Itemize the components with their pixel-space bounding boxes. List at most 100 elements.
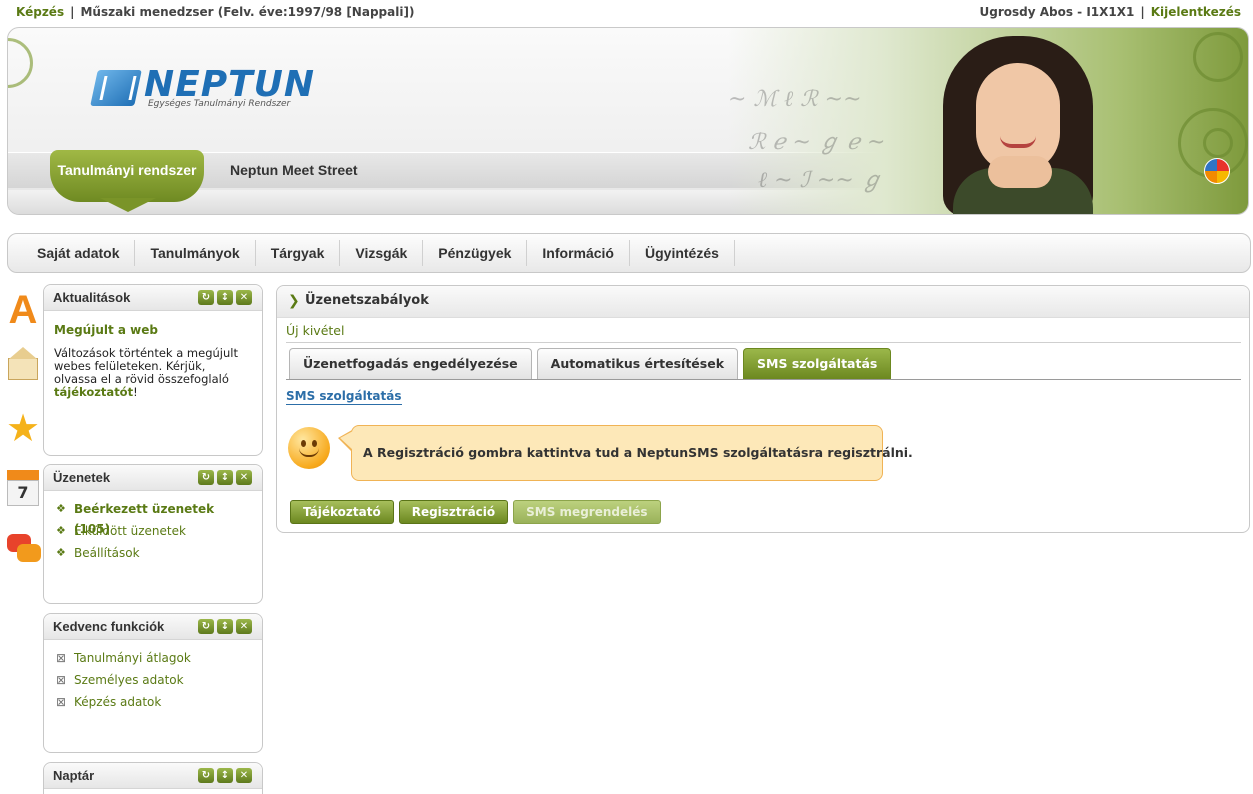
- calendar-box-title: Naptár: [53, 768, 95, 783]
- diamond-bullet-icon: ❖: [56, 502, 66, 515]
- banner-photo-hands: [988, 156, 1052, 188]
- favorite-label: Képzés adatok: [74, 695, 162, 709]
- separator: |: [70, 5, 75, 19]
- message-rules-panel: ❯ Üzenetszabályok Új kivétel Üzenetfogad…: [276, 285, 1250, 533]
- neptun-logo[interactable]: NEPTUN Egységes Tanulmányi Rendszer: [90, 64, 314, 116]
- top-bar: Képzés | Műszaki menedzser (Felv. éve:1997…: [0, 0, 1253, 24]
- logo-tagline: Egységes Tanulmányi Rendszer: [148, 99, 291, 109]
- panel-header: ❯ Üzenetszabályok: [277, 286, 1249, 318]
- smiley-icon: [288, 427, 330, 469]
- favorites-box-header: Kedvenc funkciók ↻ ↕ ✕: [44, 614, 262, 640]
- messages-box-header: Üzenetek ↻ ↕ ✕: [44, 465, 262, 491]
- menu-item[interactable]: Információ: [527, 240, 630, 266]
- favorite-link[interactable]: ⊠ Tanulmányi átlagok: [54, 648, 252, 670]
- top-bar-right: Ugrosdy Abos - I1X1X1 | Kijelentkezés: [979, 5, 1241, 19]
- messages-list: ❖ Beérkezett üzenetek (105) ❖ Elküldött üz…: [54, 499, 252, 565]
- news-item-title: Megújult a web: [54, 323, 158, 337]
- decorative-swirl: [1193, 32, 1243, 82]
- menu-item[interactable]: Vizsgák: [340, 240, 424, 266]
- favorite-link[interactable]: ⊠ Személyes adatok: [54, 670, 252, 692]
- close-icon[interactable]: ✕: [236, 768, 252, 783]
- panel-title: Üzenetszabályok: [305, 293, 429, 308]
- calendar-icon-day: 7: [7, 480, 39, 506]
- decorative-handwriting: ℛ ℯ ~ ℊ ℯ ~: [748, 130, 886, 155]
- tab-message-receiving[interactable]: Üzenetfogadás engedélyezése: [289, 348, 532, 379]
- favorite-link[interactable]: ⊠ Képzés adatok: [54, 692, 252, 714]
- decorative-swirl: [1203, 128, 1233, 158]
- favorites-box-title: Kedvenc funkciók: [53, 619, 165, 634]
- decorative-handwriting: ℓ ~ ℐ ~~ ℊ: [758, 168, 883, 193]
- news-text-body: Változások történtek a megújult webes fe…: [54, 346, 238, 386]
- messages-inbox-link[interactable]: ❖ Beérkezett üzenetek (105): [54, 499, 252, 536]
- box-controls: ↻ ↕ ✕: [198, 290, 252, 305]
- messages-settings-link[interactable]: ❖ Beállítások: [54, 543, 252, 565]
- diamond-bullet-icon: ❖: [56, 546, 66, 559]
- kepzes-link[interactable]: Képzés: [16, 5, 64, 19]
- menu-item[interactable]: Tanulmányok: [135, 240, 256, 266]
- box-controls: ↻ ↕ ✕: [198, 619, 252, 634]
- calendar-box-header: Naptár ↻ ↕ ✕: [44, 763, 262, 789]
- messages-box: Üzenetek ↻ ↕ ✕ ❖ Beérkezett üzenetek (105) …: [43, 464, 263, 604]
- messages-settings-label: Beállítások: [74, 546, 140, 560]
- box-controls: ↻ ↕ ✕: [198, 768, 252, 783]
- remove-favorite-icon[interactable]: ⊠: [56, 648, 66, 668]
- minimize-icon[interactable]: ↕: [217, 619, 233, 634]
- user-name: Ugrosdy Abos - I1X1X1: [979, 5, 1135, 19]
- news-icon[interactable]: A: [5, 288, 41, 334]
- news-text-end: !: [133, 385, 138, 399]
- close-icon[interactable]: ✕: [236, 290, 252, 305]
- messages-box-title: Üzenetek: [53, 470, 111, 485]
- favorites-list: ⊠ Tanulmányi átlagok ⊠ Személyes adatok ⊠ K…: [54, 648, 252, 714]
- refresh-icon[interactable]: ↻: [198, 470, 214, 485]
- header-banner: ~ ℳ ℓ ℛ ~~ ℛ ℯ ~ ℊ ℯ ~ ℓ ~ ℐ ~~ ℊ NEPTUN…: [7, 27, 1249, 215]
- close-icon[interactable]: ✕: [236, 470, 252, 485]
- section-subtitle: SMS szolgáltatás: [286, 389, 402, 405]
- separator: |: [1140, 5, 1145, 19]
- main-menu: Saját adatok Tanulmányok Tárgyak Vizsgák Pén…: [7, 233, 1251, 273]
- tab-automatic-notifications[interactable]: Automatikus értesítések: [536, 348, 739, 379]
- close-icon[interactable]: ✕: [236, 619, 252, 634]
- box-controls: ↻ ↕ ✕: [198, 470, 252, 485]
- star-icon[interactable]: ★: [5, 408, 41, 454]
- news-info-link[interactable]: tájékoztatót: [54, 385, 133, 399]
- refresh-icon[interactable]: ↻: [198, 768, 214, 783]
- news-box-header: Aktualitások ↻ ↕ ✕: [44, 285, 262, 311]
- chat-icon[interactable]: [5, 528, 41, 574]
- minimize-icon[interactable]: ↕: [217, 470, 233, 485]
- info-button[interactable]: Tájékoztató: [290, 500, 394, 524]
- sms-order-button[interactable]: SMS megrendelés: [513, 500, 661, 524]
- menu-item[interactable]: Ügyintézés: [630, 240, 735, 266]
- minimize-icon[interactable]: ↕: [217, 768, 233, 783]
- minimize-icon[interactable]: ↕: [217, 290, 233, 305]
- calendar-icon[interactable]: 7: [5, 468, 41, 514]
- registration-button[interactable]: Regisztráció: [398, 500, 509, 524]
- refresh-icon[interactable]: ↻: [198, 290, 214, 305]
- chevron-right-icon: ❯: [288, 293, 300, 309]
- decorative-handwriting: ~ ℳ ℓ ℛ ~~: [728, 87, 862, 112]
- action-buttons: Tájékoztató Regisztráció SMS megrendelés: [290, 500, 661, 524]
- tab-neptun-meet-street[interactable]: Neptun Meet Street: [230, 162, 358, 178]
- menu-item[interactable]: Tárgyak: [256, 240, 341, 266]
- remove-favorite-icon[interactable]: ⊠: [56, 670, 66, 690]
- messages-sent-link[interactable]: ❖ Elküldött üzenetek: [54, 521, 252, 543]
- favorite-label: Tanulmányi átlagok: [74, 651, 191, 665]
- new-exception-link[interactable]: Új kivétel: [286, 323, 344, 338]
- neptun-logo-icon: [90, 70, 142, 106]
- refresh-icon[interactable]: ↻: [198, 619, 214, 634]
- tab-divider: [286, 379, 1241, 380]
- logout-link[interactable]: Kijelentkezés: [1151, 5, 1241, 19]
- mail-icon[interactable]: [5, 347, 41, 394]
- color-theme-icon[interactable]: [1204, 158, 1230, 184]
- news-box: Aktualitások ↻ ↕ ✕ Megújult a web Változás…: [43, 284, 263, 456]
- news-box-title: Aktualitások: [53, 290, 131, 305]
- top-bar-left: Képzés | Műszaki menedzser (Felv. éve:1997…: [16, 5, 414, 19]
- remove-favorite-icon[interactable]: ⊠: [56, 692, 66, 712]
- favorite-label: Személyes adatok: [74, 673, 184, 687]
- menu-item[interactable]: Pénzügyek: [423, 240, 528, 266]
- menu-item[interactable]: Saját adatok: [22, 240, 136, 266]
- calendar-box: Naptár ↻ ↕ ✕: [43, 762, 263, 794]
- diamond-bullet-icon: ❖: [56, 524, 66, 537]
- messages-sent-label: Elküldött üzenetek: [74, 524, 186, 538]
- tab-sms-service[interactable]: SMS szolgáltatás: [743, 348, 892, 379]
- tab-tanulmanyi-rendszer[interactable]: Tanulmányi rendszer: [50, 150, 204, 212]
